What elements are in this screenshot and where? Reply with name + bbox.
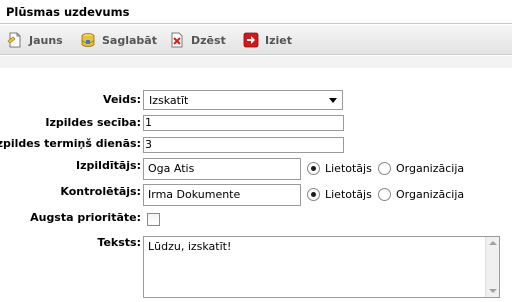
- order-input-value: 1: [145, 116, 152, 129]
- text-area-value: Lūdzu, izskatīt!: [148, 240, 232, 253]
- exit-button-label: Iziet: [265, 33, 292, 47]
- controller-input-value: Irma Dokumente: [148, 188, 241, 201]
- save-button[interactable]: Saglabāt: [80, 31, 157, 49]
- delete-button[interactable]: Dzēst: [169, 31, 226, 49]
- chevron-down-icon: [329, 98, 337, 103]
- radio-unselected[interactable]: [378, 162, 391, 175]
- controller-type-user[interactable]: Lietotājs: [307, 188, 372, 201]
- term-input-value: 3: [145, 138, 152, 151]
- text-label: Teksts:: [97, 236, 141, 249]
- executor-type-user[interactable]: Lietotājs: [307, 162, 372, 175]
- delete-button-label: Dzēst: [191, 33, 226, 47]
- scroll-down-icon[interactable]: [489, 289, 497, 293]
- radio-selected[interactable]: [307, 162, 320, 175]
- executor-org-label: Organizācija: [396, 162, 465, 175]
- radio-selected[interactable]: [307, 188, 320, 201]
- text-area-scrollbar[interactable]: [485, 237, 499, 297]
- executor-input[interactable]: Oga Atis: [143, 158, 301, 180]
- exit-icon: [243, 32, 259, 48]
- priority-checkbox[interactable]: [147, 213, 160, 226]
- title-bar: Plūsmas uzdevums: [0, 0, 512, 24]
- toolbar: Jauns Saglabāt Dzēst Iziet: [0, 25, 512, 55]
- new-button-label: Jauns: [29, 33, 63, 47]
- order-input[interactable]: 1: [143, 115, 344, 131]
- order-label: Izpildes secība:: [45, 116, 141, 129]
- executor-label: Izpildītājs:: [76, 159, 141, 172]
- delete-icon: [169, 32, 185, 48]
- text-area[interactable]: Lūdzu, izskatīt!: [143, 236, 500, 298]
- toolbar-spacer: [0, 56, 512, 68]
- term-input[interactable]: 3: [143, 137, 344, 153]
- exit-button[interactable]: Iziet: [243, 31, 292, 49]
- priority-label: Augsta prioritāte:: [30, 211, 141, 224]
- radio-unselected[interactable]: [378, 188, 391, 201]
- controller-label: Kontrolētājs:: [60, 185, 141, 198]
- term-label: Izpildes termiņš dienās:: [0, 137, 141, 150]
- controller-input[interactable]: Irma Dokumente: [143, 184, 301, 206]
- new-document-icon: [7, 32, 23, 48]
- executor-input-value: Oga Atis: [148, 162, 195, 175]
- save-button-label: Saglabāt: [102, 33, 157, 47]
- save-disk-icon: [80, 32, 96, 48]
- executor-type-org[interactable]: Organizācija: [378, 162, 464, 175]
- type-select[interactable]: Izskatīt: [143, 90, 343, 110]
- type-select-value: Izskatīt: [149, 93, 189, 107]
- controller-org-label: Organizācija: [396, 188, 465, 201]
- type-label: Veids:: [103, 93, 141, 106]
- executor-user-label: Lietotājs: [325, 162, 372, 175]
- controller-type-org[interactable]: Organizācija: [378, 188, 464, 201]
- window-title: Plūsmas uzdevums: [6, 5, 130, 19]
- controller-user-label: Lietotājs: [325, 188, 372, 201]
- new-button[interactable]: Jauns: [7, 31, 63, 49]
- scroll-up-icon[interactable]: [489, 241, 497, 245]
